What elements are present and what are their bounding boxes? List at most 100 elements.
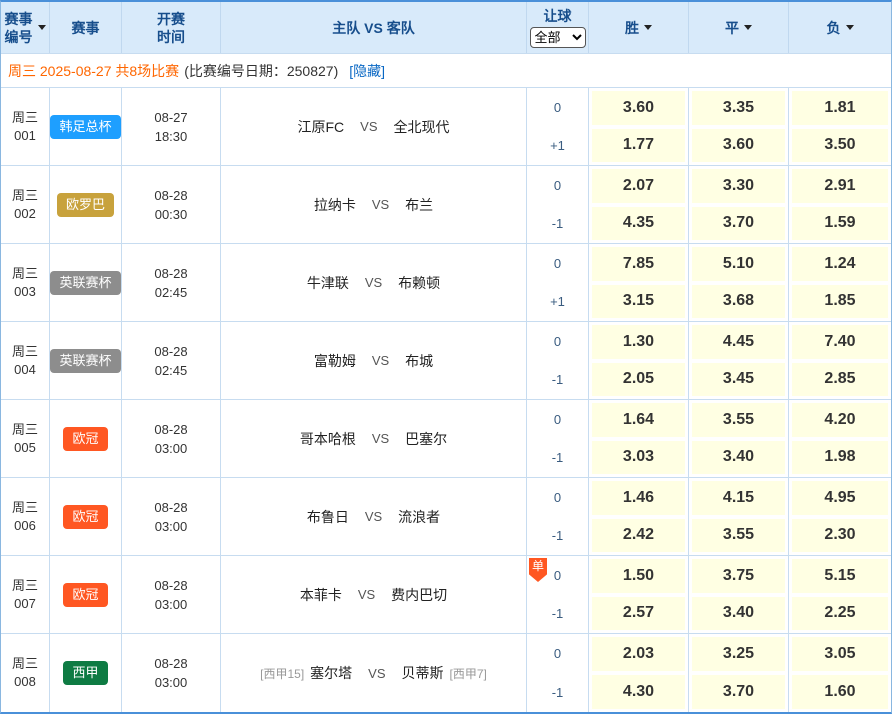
win-odds-option[interactable]: 2.03 bbox=[592, 637, 685, 671]
match-day: 周三 bbox=[12, 343, 38, 361]
league-badge: 西甲 bbox=[63, 661, 107, 685]
match-time: 18:30 bbox=[155, 127, 188, 146]
draw-odds-cell: 3.55 3.40 bbox=[689, 400, 789, 477]
league-cell: 欧冠 bbox=[50, 478, 122, 555]
draw-odds-option[interactable]: 3.60 bbox=[692, 129, 785, 163]
win-odds-option[interactable]: 2.05 bbox=[592, 363, 685, 397]
draw-odds-option[interactable]: 3.70 bbox=[692, 207, 785, 241]
draw-odds-option[interactable]: 3.55 bbox=[692, 519, 785, 553]
header-match-number-line1: 赛事 bbox=[5, 10, 33, 28]
lose-odds-option[interactable]: 5.15 bbox=[792, 559, 888, 593]
header-teams-label: 主队 VS 客队 bbox=[332, 19, 414, 37]
win-odds-cell: 3.60 1.77 bbox=[589, 88, 689, 165]
lose-odds-option[interactable]: 1.24 bbox=[792, 247, 888, 281]
header-match-number[interactable]: 赛事 编号 bbox=[1, 2, 50, 53]
draw-odds-option[interactable]: 3.68 bbox=[692, 285, 785, 319]
sort-arrow-icon[interactable] bbox=[846, 25, 854, 30]
win-odds-option[interactable]: 2.57 bbox=[592, 597, 685, 631]
draw-odds-option[interactable]: 5.10 bbox=[692, 247, 785, 281]
win-odds-cell: 2.03 4.30 bbox=[589, 634, 689, 712]
draw-odds-option[interactable]: 3.75 bbox=[692, 559, 785, 593]
match-row: 周三 008 西甲 08-28 03:00 [西甲15] 塞尔塔 VS 贝蒂斯 … bbox=[1, 634, 891, 712]
lose-odds-option[interactable]: 4.20 bbox=[792, 403, 888, 437]
header-lose[interactable]: 负 bbox=[789, 2, 891, 53]
sort-arrow-icon[interactable] bbox=[644, 25, 652, 30]
win-odds-option[interactable]: 1.64 bbox=[592, 403, 685, 437]
home-team: 拉纳卡 bbox=[314, 195, 356, 215]
win-odds-cell: 1.64 3.03 bbox=[589, 400, 689, 477]
handicap-value: -1 bbox=[552, 528, 564, 543]
away-team: 布兰 bbox=[405, 195, 433, 215]
header-draw[interactable]: 平 bbox=[689, 2, 789, 53]
sort-arrow-icon[interactable] bbox=[38, 25, 46, 30]
lose-odds-cell: 3.05 1.60 bbox=[789, 634, 891, 712]
handicap-value: 0 bbox=[554, 568, 561, 583]
win-odds-option[interactable]: 2.07 bbox=[592, 169, 685, 203]
match-number: 007 bbox=[14, 595, 36, 613]
league-badge: 欧冠 bbox=[63, 427, 107, 451]
draw-odds-option[interactable]: 3.40 bbox=[692, 597, 785, 631]
header-win[interactable]: 胜 bbox=[589, 2, 689, 53]
lose-odds-option[interactable]: 2.30 bbox=[792, 519, 888, 553]
draw-odds-option[interactable]: 3.70 bbox=[692, 675, 785, 709]
start-time-cell: 08-28 03:00 bbox=[122, 556, 221, 633]
win-odds-option[interactable]: 3.15 bbox=[592, 285, 685, 319]
win-odds-option[interactable]: 4.35 bbox=[592, 207, 685, 241]
win-odds-option[interactable]: 7.85 bbox=[592, 247, 685, 281]
draw-odds-option[interactable]: 3.45 bbox=[692, 363, 785, 397]
lose-odds-option[interactable]: 1.98 bbox=[792, 441, 888, 475]
lose-odds-option[interactable]: 2.91 bbox=[792, 169, 888, 203]
header-league: 赛事 bbox=[50, 2, 122, 53]
draw-odds-option[interactable]: 4.15 bbox=[692, 481, 785, 515]
win-odds-option[interactable]: 1.46 bbox=[592, 481, 685, 515]
lose-odds-option[interactable]: 1.59 bbox=[792, 207, 888, 241]
draw-odds-option[interactable]: 3.55 bbox=[692, 403, 785, 437]
away-team: 布城 bbox=[405, 351, 433, 371]
win-odds-option[interactable]: 2.42 bbox=[592, 519, 685, 553]
match-number-cell: 周三 001 bbox=[1, 88, 50, 165]
header-lose-label: 负 bbox=[827, 19, 841, 37]
lose-odds-option[interactable]: 4.95 bbox=[792, 481, 888, 515]
home-team: 塞尔塔 bbox=[310, 663, 352, 683]
hide-link[interactable]: [隐藏] bbox=[349, 61, 385, 81]
match-number-cell: 周三 002 bbox=[1, 166, 50, 243]
win-odds-option[interactable]: 1.50 bbox=[592, 559, 685, 593]
handicap-value: 0 bbox=[554, 178, 561, 193]
league-cell: 欧罗巴 bbox=[50, 166, 122, 243]
draw-odds-option[interactable]: 3.30 bbox=[692, 169, 785, 203]
match-time: 03:00 bbox=[155, 595, 188, 614]
header-league-label: 赛事 bbox=[72, 19, 100, 37]
sort-arrow-icon[interactable] bbox=[744, 25, 752, 30]
handicap-value: 0 bbox=[554, 646, 561, 661]
draw-odds-option[interactable]: 3.25 bbox=[692, 637, 785, 671]
win-odds-option[interactable]: 4.30 bbox=[592, 675, 685, 709]
league-badge: 英联赛杯 bbox=[50, 349, 120, 373]
lose-odds-option[interactable]: 1.60 bbox=[792, 675, 888, 709]
draw-odds-option[interactable]: 4.45 bbox=[692, 325, 785, 359]
win-odds-option[interactable]: 1.30 bbox=[592, 325, 685, 359]
win-odds-option[interactable]: 1.77 bbox=[592, 129, 685, 163]
lose-odds-option[interactable]: 1.81 bbox=[792, 91, 888, 125]
win-odds-option[interactable]: 3.60 bbox=[592, 91, 685, 125]
handicap-filter-select[interactable]: 全部 bbox=[530, 27, 586, 48]
league-badge: 欧冠 bbox=[63, 583, 107, 607]
header-draw-label: 平 bbox=[725, 19, 739, 37]
lose-odds-option[interactable]: 3.05 bbox=[792, 637, 888, 671]
lose-odds-option[interactable]: 2.85 bbox=[792, 363, 888, 397]
handicap-value: -1 bbox=[552, 216, 564, 231]
win-odds-option[interactable]: 3.03 bbox=[592, 441, 685, 475]
league-cell: 英联赛杯 bbox=[50, 322, 122, 399]
match-number: 003 bbox=[14, 283, 36, 301]
league-cell: 西甲 bbox=[50, 634, 122, 712]
match-date: 08-28 bbox=[154, 654, 187, 673]
lose-odds-option[interactable]: 3.50 bbox=[792, 129, 888, 163]
handicap-value: +1 bbox=[550, 294, 565, 309]
lose-odds-option[interactable]: 2.25 bbox=[792, 597, 888, 631]
league-badge: 英联赛杯 bbox=[50, 271, 120, 295]
draw-odds-option[interactable]: 3.35 bbox=[692, 91, 785, 125]
lose-odds-option[interactable]: 7.40 bbox=[792, 325, 888, 359]
teams-cell: 哥本哈根 VS 巴塞尔 bbox=[221, 400, 527, 477]
match-number-cell: 周三 003 bbox=[1, 244, 50, 321]
draw-odds-option[interactable]: 3.40 bbox=[692, 441, 785, 475]
lose-odds-option[interactable]: 1.85 bbox=[792, 285, 888, 319]
